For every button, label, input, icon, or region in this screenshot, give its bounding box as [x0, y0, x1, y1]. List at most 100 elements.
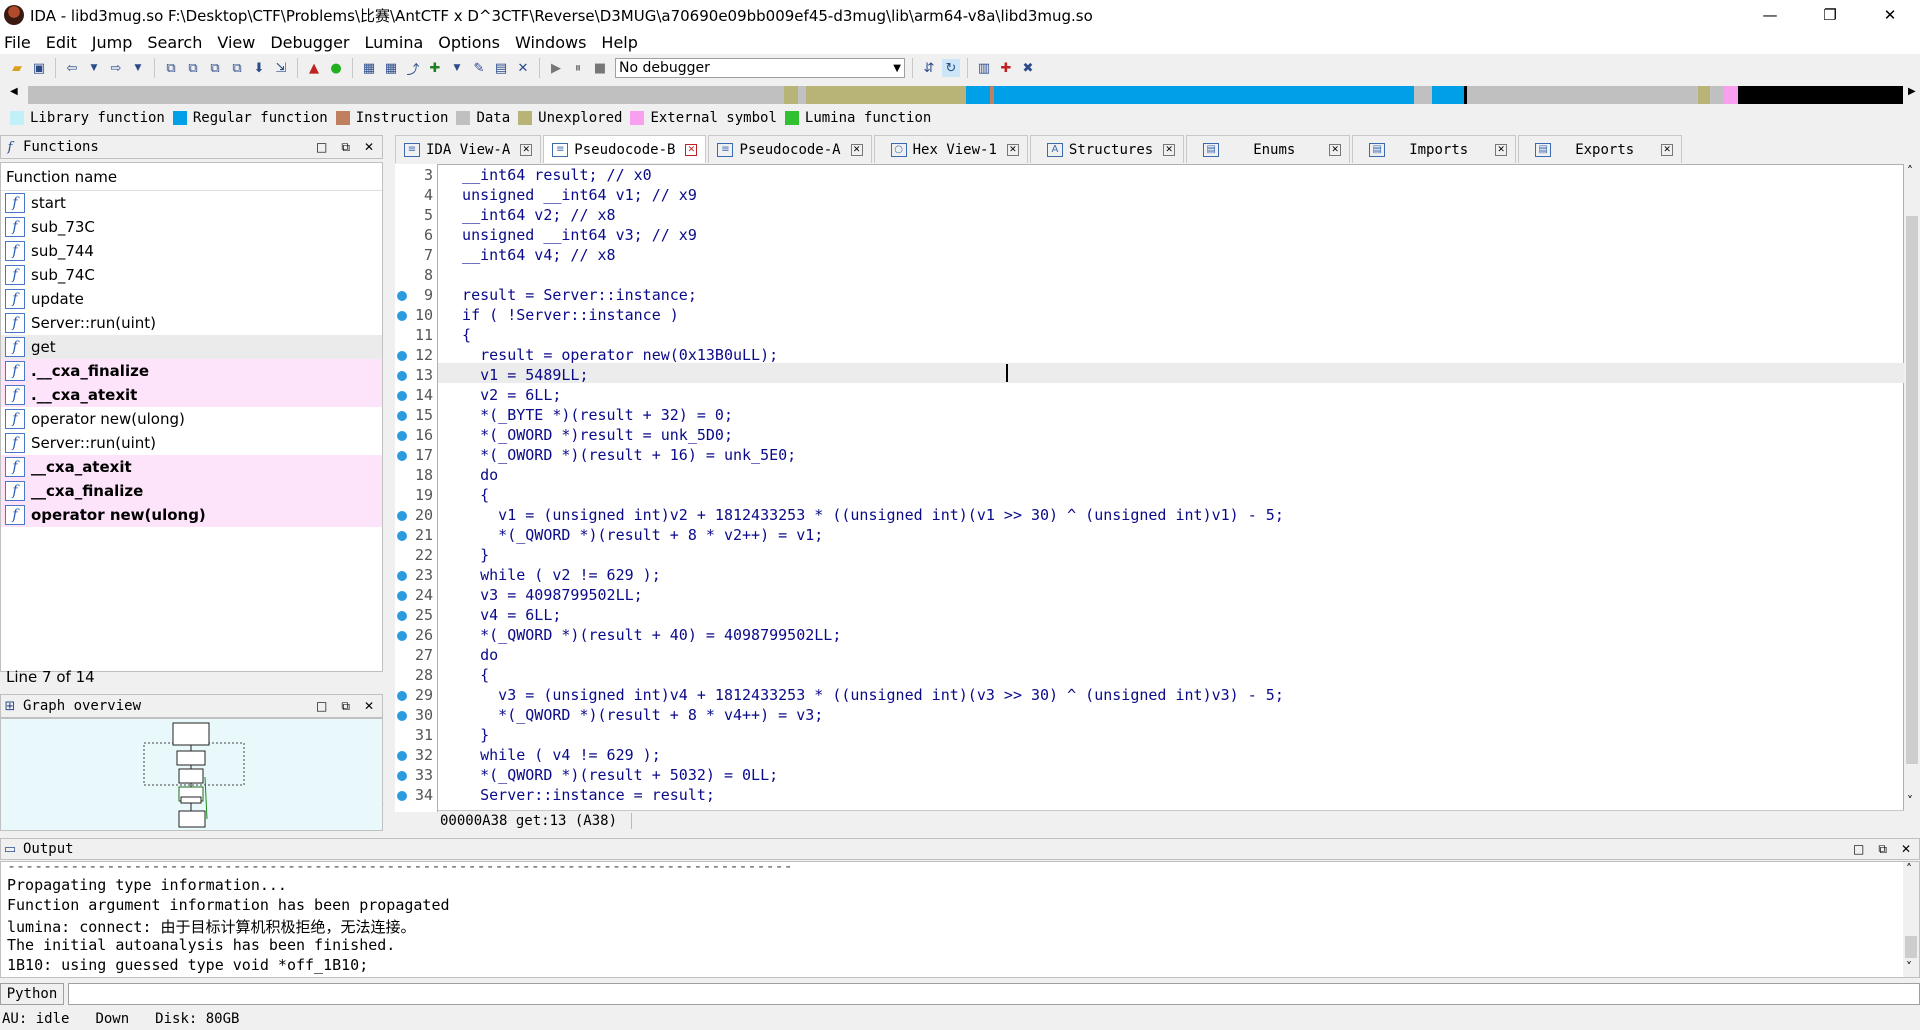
- tab-exports[interactable]: ▤ Exports ✕: [1518, 135, 1683, 163]
- code-line[interactable]: while ( v4 != 629 );: [444, 745, 661, 765]
- minimize-button[interactable]: —: [1740, 0, 1800, 30]
- maximize-panel-icon[interactable]: □: [316, 699, 327, 714]
- function-list-item[interactable]: f Server::run(uint): [1, 311, 382, 335]
- menu-view[interactable]: View: [217, 33, 255, 52]
- code-line[interactable]: {: [444, 665, 489, 685]
- scroll-up-icon[interactable]: ˄: [1906, 862, 1912, 876]
- tab-enums[interactable]: ▤ Enums ✕: [1186, 135, 1351, 163]
- graph-overview[interactable]: [0, 718, 383, 831]
- tab-ida-view-a[interactable]: ≡ IDA View-A ✕: [395, 135, 542, 163]
- tab-imports[interactable]: ▤ Imports ✕: [1352, 135, 1517, 163]
- segment-icon[interactable]: ▦: [360, 59, 378, 77]
- command-input[interactable]: [68, 983, 1920, 1005]
- function-list-item[interactable]: f __cxa_atexit: [1, 455, 382, 479]
- code-line[interactable]: if ( !Server::instance ): [444, 305, 679, 325]
- float-panel-icon[interactable]: ⧉: [1878, 842, 1887, 857]
- tab-hex-view-1[interactable]: ○ Hex View-1 ✕: [873, 135, 1028, 163]
- code-line[interactable]: *(_OWORD *)result = unk_5D0;: [444, 425, 733, 445]
- back-arrow-icon[interactable]: ⇦: [63, 59, 81, 77]
- close-tab-icon[interactable]: ✕: [1661, 143, 1674, 156]
- close-tab-icon[interactable]: ✕: [850, 143, 863, 156]
- open-folder-icon[interactable]: ▰: [8, 59, 26, 77]
- code-line[interactable]: *(_BYTE *)(result + 32) = 0;: [444, 405, 733, 425]
- code-line[interactable]: while ( v2 != 629 );: [444, 565, 661, 585]
- analyze-icon[interactable]: ⇲: [272, 59, 290, 77]
- scroll-up-icon[interactable]: ˄: [1907, 164, 1913, 178]
- restore-button[interactable]: ❐: [1800, 0, 1860, 30]
- play-icon[interactable]: ▶: [547, 59, 565, 77]
- code-line[interactable]: }: [444, 725, 489, 745]
- function-list-item[interactable]: f update: [1, 287, 382, 311]
- output-scrollbar[interactable]: ˄ ˅: [1903, 862, 1919, 977]
- code-line[interactable]: v3 = 4098799502LL;: [444, 585, 643, 605]
- pause-icon[interactable]: ⏸: [569, 59, 587, 77]
- xref-icon[interactable]: ⤴: [404, 59, 422, 78]
- code-line[interactable]: __int64 v2; // x8: [444, 205, 616, 225]
- code-line[interactable]: do: [444, 645, 498, 665]
- stop-icon[interactable]: ■: [591, 59, 609, 77]
- float-panel-icon[interactable]: ⧉: [341, 140, 350, 155]
- code-line[interactable]: *(_QWORD *)(result + 8 * v2++) = v1;: [444, 525, 823, 545]
- search-imm-icon[interactable]: ⧉: [206, 59, 224, 77]
- code-line[interactable]: *(_QWORD *)(result + 8 * v4++) = v3;: [444, 705, 823, 725]
- add-dropdown-icon[interactable]: ▼: [448, 59, 466, 77]
- breakpoint-list-icon[interactable]: ▥: [975, 59, 993, 77]
- function-list-item[interactable]: f start: [1, 191, 382, 215]
- code-line[interactable]: Server::instance = result;: [444, 785, 715, 805]
- code-line[interactable]: v1 = (unsigned int)v2 + 1812433253 * ((u…: [444, 505, 1284, 525]
- forward-arrow-icon[interactable]: ⇨: [107, 59, 125, 77]
- maximize-panel-icon[interactable]: □: [1853, 842, 1864, 857]
- tab-structures[interactable]: A Structures ✕: [1029, 135, 1185, 163]
- code-line[interactable]: unsigned __int64 v3; // x9: [444, 225, 697, 245]
- search-next-icon[interactable]: ⧉: [228, 59, 246, 77]
- tab-pseudocode-b[interactable]: ≡ Pseudocode-B ✕: [543, 135, 707, 163]
- function-list-item[interactable]: f .__cxa_atexit: [1, 383, 382, 407]
- code-line[interactable]: v1 = 5489LL;: [444, 365, 588, 385]
- search-text-icon[interactable]: ⧉: [184, 59, 202, 77]
- nav-right-arrow-icon[interactable]: ▶: [1908, 86, 1916, 97]
- code-line[interactable]: result = Server::instance;: [444, 285, 697, 305]
- menu-help[interactable]: Help: [601, 33, 637, 52]
- code-line[interactable]: unsigned __int64 v1; // x9: [444, 185, 697, 205]
- save-icon[interactable]: ▣: [30, 59, 48, 77]
- step-over-icon[interactable]: ↻: [942, 59, 960, 77]
- search-binary-icon[interactable]: ⧉: [162, 59, 180, 77]
- hide-icon[interactable]: ▤: [492, 59, 510, 77]
- pseudocode-vertical-scrollbar[interactable]: ˄ ˅: [1904, 164, 1920, 812]
- function-list-item[interactable]: f Server::run(uint): [1, 431, 382, 455]
- code-line[interactable]: do: [444, 465, 498, 485]
- close-button[interactable]: ✕: [1860, 0, 1920, 30]
- nav-left-arrow-icon[interactable]: ◀: [10, 86, 18, 97]
- scroll-down-icon[interactable]: ˅: [1906, 960, 1912, 974]
- add-icon[interactable]: ✚: [426, 59, 444, 77]
- patch-icon[interactable]: ✎: [470, 59, 488, 77]
- function-list-item[interactable]: f operator new(ulong): [1, 407, 382, 431]
- navigation-strip[interactable]: [28, 86, 1903, 104]
- menu-windows[interactable]: Windows: [515, 33, 586, 52]
- code-line[interactable]: v2 = 6LL;: [444, 385, 561, 405]
- code-line[interactable]: {: [444, 485, 489, 505]
- close-tab-icon[interactable]: ✕: [1163, 143, 1176, 156]
- code-line[interactable]: result = operator new(0x13B0uLL);: [444, 345, 778, 365]
- menu-options[interactable]: Options: [438, 33, 500, 52]
- close-panel-icon[interactable]: ✕: [1901, 842, 1911, 857]
- python-language-button[interactable]: Python: [0, 983, 64, 1005]
- code-line[interactable]: *(_QWORD *)(result + 40) = 4098799502LL;: [444, 625, 841, 645]
- functions-list[interactable]: Function name f start f sub_73C f sub_744 f sub…: [0, 162, 384, 824]
- code-line[interactable]: *(_QWORD *)(result + 5032) = 0LL;: [444, 765, 778, 785]
- delete-icon[interactable]: ✕: [514, 59, 532, 77]
- scrollbar-thumb[interactable]: [1906, 216, 1918, 764]
- function-name-column-header[interactable]: Function name: [1, 163, 382, 191]
- menu-jump[interactable]: Jump: [92, 33, 133, 52]
- back-dropdown-icon[interactable]: ▼: [85, 59, 103, 77]
- function-list-item[interactable]: f __cxa_finalize: [1, 479, 382, 503]
- graph-icon[interactable]: ▲: [305, 59, 323, 77]
- menu-edit[interactable]: Edit: [46, 33, 77, 52]
- function-list-item[interactable]: f sub_74C: [1, 263, 382, 287]
- close-panel-icon[interactable]: ✕: [364, 140, 374, 155]
- scroll-down-icon[interactable]: ˅: [1907, 794, 1913, 808]
- scrollbar-thumb[interactable]: [1905, 936, 1917, 958]
- code-line[interactable]: }: [444, 545, 489, 565]
- debugger-select[interactable]: No debugger ▼: [615, 58, 905, 78]
- function-list-item[interactable]: f operator new(ulong): [1, 503, 382, 527]
